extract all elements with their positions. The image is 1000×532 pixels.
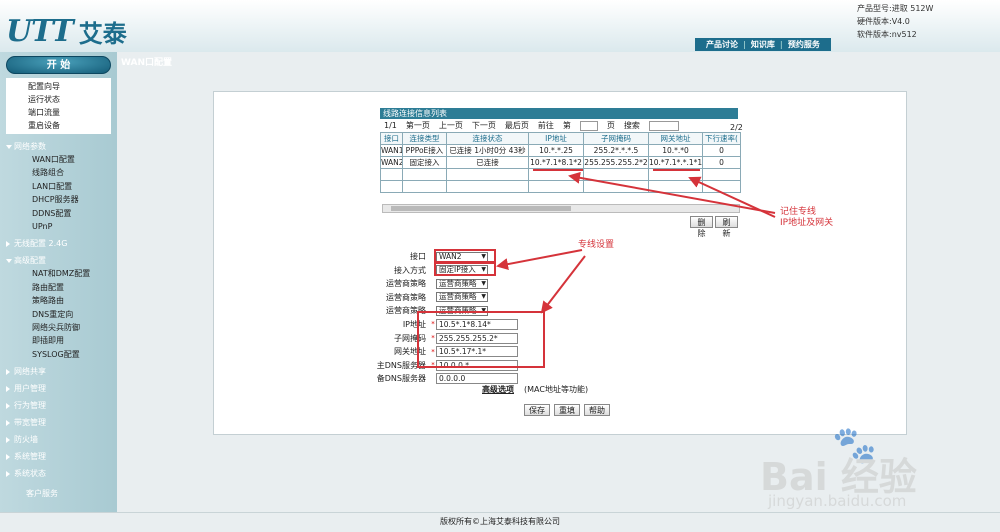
baidu-watermark: 🐾 Bai 经验 jingyan.baidu.com: [760, 422, 990, 532]
watermark-url: jingyan.baidu.com: [768, 492, 907, 510]
arrow-to-ip: [568, 171, 776, 214]
arrow-to-settings: [540, 255, 586, 314]
arrow-to-access: [496, 249, 583, 271]
arrow-to-gateway: [688, 176, 776, 218]
